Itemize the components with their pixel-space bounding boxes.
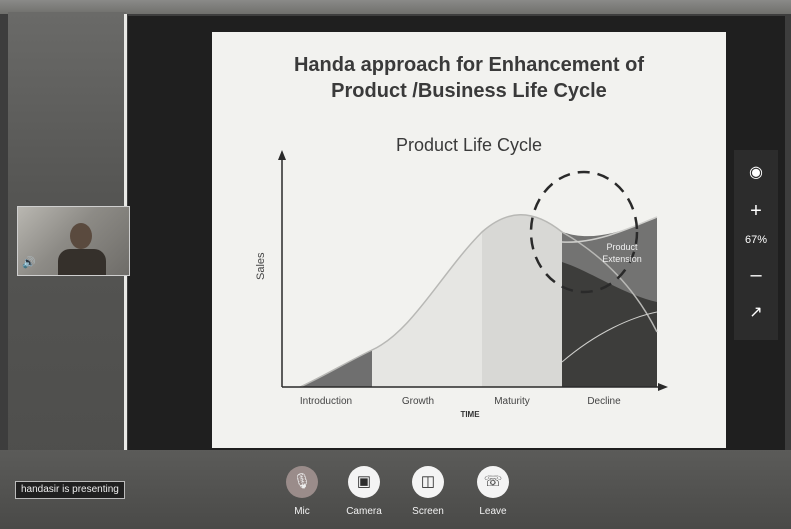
mic-icon[interactable]: 🎙 xyxy=(286,466,318,498)
camera-label: Camera xyxy=(346,506,382,517)
screen-control[interactable]: ◫ Screen xyxy=(403,466,453,518)
stage-label-growth: Growth xyxy=(402,396,434,407)
x-axis-arrow xyxy=(658,383,668,391)
screen-share-icon[interactable]: ◫ xyxy=(412,466,444,498)
presentation-slide: Handa approach for Enhancement of Produc… xyxy=(212,32,726,448)
stage-label-maturity: Maturity xyxy=(494,396,530,407)
leave-call-icon[interactable]: ☏ xyxy=(477,466,509,498)
presenter-head xyxy=(70,223,92,249)
y-axis-label: Sales xyxy=(255,252,267,280)
zoom-out-icon[interactable]: – xyxy=(734,260,778,290)
speaker-icon: 🔊 xyxy=(22,257,36,269)
presenter-video-tile[interactable]: 🔊 xyxy=(17,206,130,276)
x-axis-label: TIME xyxy=(460,410,480,419)
camera-icon[interactable]: ◉ xyxy=(734,158,778,188)
presenter-body xyxy=(58,249,106,275)
mic-control[interactable]: 🎙 Mic xyxy=(277,466,327,518)
external-link-icon[interactable]: ↗ xyxy=(734,298,778,328)
leave-label: Leave xyxy=(479,506,507,517)
presenting-status: handasir is presenting xyxy=(15,481,125,499)
stage-label-introduction: Introduction xyxy=(300,396,352,407)
y-axis-arrow xyxy=(278,150,286,160)
zoom-level: 67% xyxy=(744,234,768,246)
zoom-in-icon[interactable]: + xyxy=(734,196,778,226)
leave-control[interactable]: ☏ Leave xyxy=(468,466,518,518)
mic-label: Mic xyxy=(294,506,310,517)
camera-off-icon[interactable]: ▣ xyxy=(348,466,380,498)
maturity-region xyxy=(482,214,562,387)
extension-label-line-2: Extension xyxy=(602,254,642,264)
extension-label-line-1: Product xyxy=(606,242,638,252)
zoom-panel: ◉ + 67% – ↗ xyxy=(734,150,778,340)
screen-label: Screen xyxy=(412,506,444,517)
growth-region xyxy=(372,232,482,387)
product-life-cycle-chart: Sales Introduction Growth Maturity Decli… xyxy=(255,150,668,419)
stage-label-decline: Decline xyxy=(587,396,621,407)
camera-control[interactable]: ▣ Camera xyxy=(339,466,389,518)
